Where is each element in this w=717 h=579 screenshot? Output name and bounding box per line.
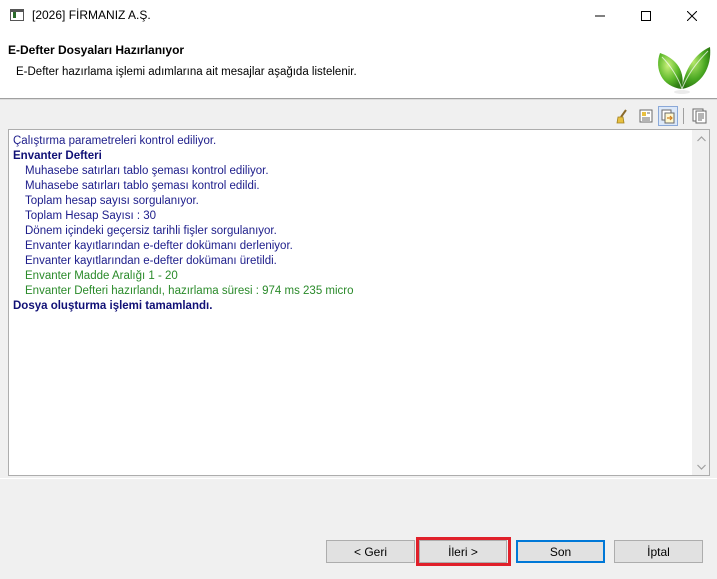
log-line-success: Envanter Defteri hazırlandı, hazırlama s… — [25, 285, 354, 297]
chevron-down-icon — [697, 464, 706, 470]
log-line: Envanter kayıtlarından e-defter dokümanı… — [25, 255, 277, 267]
scroll-up-button[interactable] — [693, 130, 710, 147]
export-log-button[interactable] — [636, 106, 656, 126]
log-section-heading: Envanter Defteri — [13, 150, 102, 162]
cancel-button[interactable]: İptal — [614, 540, 703, 563]
chevron-up-icon — [697, 135, 706, 141]
maximize-icon — [641, 10, 651, 21]
copy-icon — [661, 109, 675, 124]
close-button[interactable] — [669, 0, 715, 31]
wizard-header: E-Defter Dosyaları Hazırlanıyor E-Defter… — [0, 31, 717, 99]
close-icon — [687, 10, 697, 21]
log-completion-message: Dosya oluşturma işlemi tamamlandı. — [13, 300, 213, 312]
minimize-icon — [595, 15, 605, 16]
log-line: Toplam hesap sayısı sorgulanıyor. — [25, 195, 199, 207]
header-separator — [0, 99, 717, 100]
back-button[interactable]: < Geri — [326, 540, 415, 563]
maximize-button[interactable] — [623, 0, 669, 31]
leaf-logo-icon — [658, 47, 711, 94]
app-icon — [10, 9, 24, 21]
page-description: E-Defter hazırlama işlemi adımlarına ait… — [16, 66, 357, 78]
title-bar: [2026] FİRMANIZ A.Ş. — [0, 0, 717, 31]
page-title: E-Defter Dosyaları Hazırlanıyor — [8, 43, 185, 57]
log-line: Çalıştırma parametreleri kontrol ediliyo… — [13, 135, 217, 147]
footer-separator — [0, 478, 717, 479]
log-line: Toplam Hesap Sayısı : 30 — [25, 210, 157, 222]
minimize-button[interactable] — [577, 0, 623, 31]
log-line: Muhasebe satırları tablo şeması kontrol … — [25, 165, 269, 177]
log-scrollbar[interactable] — [692, 130, 709, 475]
log-line: Dönem içindeki geçersiz tarihli fişler s… — [25, 225, 277, 237]
toolbar-separator — [683, 108, 684, 124]
copy-log-button[interactable] — [658, 106, 678, 126]
broom-icon — [616, 109, 627, 124]
finish-button[interactable]: Son — [516, 540, 605, 563]
log-line-success: Envanter Madde Aralığı 1 - 20 — [25, 270, 178, 282]
export-icon — [639, 109, 653, 123]
clear-log-button[interactable] — [612, 106, 632, 126]
scroll-down-button[interactable] — [693, 458, 710, 475]
log-line: Envanter kayıtlarından e-defter dokümanı… — [25, 240, 293, 252]
log-line: Muhasebe satırları tablo şeması kontrol … — [25, 180, 260, 192]
window-title: [2026] FİRMANIZ A.Ş. — [32, 8, 151, 22]
log-list: Çalıştırma parametreleri kontrol ediliyo… — [13, 134, 688, 314]
log-panel[interactable]: Çalıştırma parametreleri kontrol ediliyo… — [8, 129, 710, 476]
document-button[interactable] — [689, 106, 709, 126]
document-icon — [692, 108, 707, 124]
next-button[interactable]: İleri > — [419, 540, 507, 563]
log-toolbar — [0, 104, 717, 128]
